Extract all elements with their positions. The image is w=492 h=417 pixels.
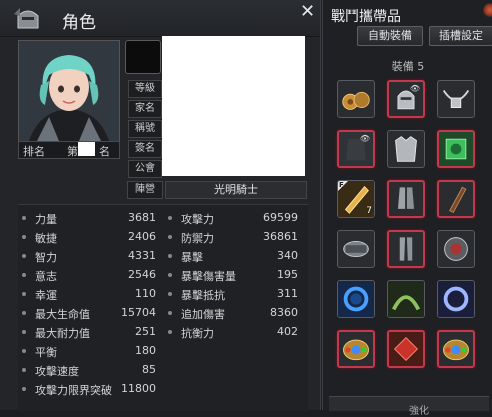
- slot-earring-icon[interactable]: [337, 80, 375, 118]
- stat-value: 15704: [121, 306, 156, 319]
- slot-gloves-icon[interactable]: [337, 230, 375, 268]
- stat-label: 攻擊力: [181, 213, 214, 226]
- character-info-redacted: [162, 36, 305, 176]
- rank-label: 排名: [23, 145, 45, 158]
- bullet-icon: [168, 292, 172, 296]
- stat-label: 力量: [35, 213, 57, 226]
- bullet-icon: [22, 387, 26, 391]
- bullet-icon: [22, 330, 26, 334]
- rank-value-redacted: [78, 142, 95, 156]
- bullet-icon: [168, 254, 172, 258]
- slot-artifact-2-icon[interactable]: [387, 330, 425, 368]
- bullet-icon: [22, 254, 26, 258]
- record-icon[interactable]: [483, 3, 492, 17]
- stat-value: 311: [277, 287, 298, 300]
- bullet-icon: [22, 349, 26, 353]
- bullet-icon: [22, 216, 26, 220]
- info-label-guild: 公會: [128, 160, 162, 178]
- stat-value: 85: [142, 363, 156, 376]
- stat-value: 11800: [121, 382, 156, 395]
- stat-label: 意志: [35, 270, 57, 283]
- character-window-title: 角色: [62, 13, 96, 33]
- stat-value: 4331: [128, 249, 156, 262]
- character-window: 角色 ✕ 排名 第 名 等級 家名 稱號 簽名 公會 陣營 光明騎士 力量 368…: [0, 0, 321, 411]
- stat-value: 180: [135, 344, 156, 357]
- stat-label: 抗衡力: [181, 327, 214, 340]
- bullet-icon: [22, 368, 26, 372]
- slot-outfit-icon[interactable]: 👁: [337, 130, 375, 168]
- auto-equip-button[interactable]: 自動裝備: [357, 26, 423, 46]
- stat-label: 幸運: [35, 289, 57, 302]
- slot-ring-2-icon[interactable]: [437, 280, 475, 318]
- bullet-icon: [22, 311, 26, 315]
- stat-label: 暴擊傷害量: [181, 270, 236, 283]
- bullet-icon: [168, 311, 172, 315]
- info-label-signature: 簽名: [128, 140, 162, 158]
- bullet-icon: [168, 235, 172, 239]
- slot-count-badge: 7: [366, 206, 372, 216]
- rank-prefix: 第: [67, 145, 78, 158]
- info-label-level: 等級: [128, 80, 162, 98]
- stat-value: 36861: [263, 230, 298, 243]
- stat-label: 最大生命值: [35, 308, 90, 321]
- stat-value: 195: [277, 268, 298, 281]
- stat-label: 智力: [35, 251, 57, 264]
- slot-lifestone-icon[interactable]: [437, 330, 475, 368]
- tag-corner: F: [338, 181, 348, 191]
- socket-settings-button[interactable]: 插槽設定: [429, 26, 492, 46]
- info-label-title: 稱號: [128, 120, 162, 138]
- stat-value: 2546: [128, 268, 156, 281]
- slot-artifact-icon[interactable]: [437, 230, 475, 268]
- stat-value: 402: [277, 325, 298, 338]
- stat-value: 251: [135, 325, 156, 338]
- slot-belt-icon[interactable]: [387, 280, 425, 318]
- slot-awakening-weapon-icon[interactable]: [437, 180, 475, 218]
- stat-label: 防禦力: [181, 232, 214, 245]
- close-icon[interactable]: ✕: [300, 3, 315, 21]
- rank-suffix: 名: [99, 145, 110, 158]
- stat-value: 3681: [128, 211, 156, 224]
- character-portrait: [18, 40, 120, 142]
- slot-alchemy-stone-icon[interactable]: [337, 330, 375, 368]
- slot-helmet-icon[interactable]: 👁: [387, 80, 425, 118]
- stat-label: 攻擊力限界突破: [35, 384, 112, 397]
- slot-ring-icon[interactable]: [337, 280, 375, 318]
- stat-value: 69599: [263, 211, 298, 224]
- slot-main-weapon-icon[interactable]: F 7: [337, 180, 375, 218]
- faction-value: 光明騎士: [165, 181, 307, 199]
- equipment-window-title: 戰鬥攜帶品: [331, 9, 401, 25]
- stat-label: 暴擊: [181, 251, 203, 264]
- info-label-family: 家名: [128, 100, 162, 118]
- slot-necklace-icon[interactable]: [437, 80, 475, 118]
- rank-bar: 排名 第 名: [18, 141, 120, 159]
- slot-secondary-weapon-icon[interactable]: [437, 130, 475, 168]
- stat-label: 平衡: [35, 346, 57, 359]
- stat-label: 敏捷: [35, 232, 57, 245]
- stat-label: 攻擊速度: [35, 365, 79, 378]
- eye-icon: 👁: [409, 84, 420, 93]
- slot-armor-icon[interactable]: [387, 130, 425, 168]
- stat-value: 340: [277, 249, 298, 262]
- equipment-set-label: 裝備 5: [391, 60, 425, 73]
- bullet-icon: [168, 216, 172, 220]
- stat-value: 8360: [270, 306, 298, 319]
- bullet-icon: [168, 330, 172, 334]
- eye-icon: 👁: [359, 134, 370, 143]
- bullet-icon: [22, 273, 26, 277]
- stat-value: 110: [135, 287, 156, 300]
- stat-label: 最大耐力值: [35, 327, 90, 340]
- stat-value: 2406: [128, 230, 156, 243]
- stat-label: 暴擊抵抗: [181, 289, 225, 302]
- guild-emblem: [125, 40, 161, 74]
- helmet-emblem-icon: [12, 4, 44, 32]
- slot-leggings-icon[interactable]: [387, 230, 425, 268]
- equipment-window: 戰鬥攜帶品 自動裝備 插槽設定 裝備 5 👁 👁 F 7 強化: [322, 0, 492, 417]
- stat-label: 追加傷害: [181, 308, 225, 321]
- slot-boots-icon[interactable]: [387, 180, 425, 218]
- bullet-icon: [168, 273, 172, 277]
- bullet-icon: [22, 235, 26, 239]
- character-window-header[interactable]: 角色 ✕: [0, 0, 320, 37]
- faction-label: 陣營: [127, 181, 163, 199]
- bullet-icon: [22, 292, 26, 296]
